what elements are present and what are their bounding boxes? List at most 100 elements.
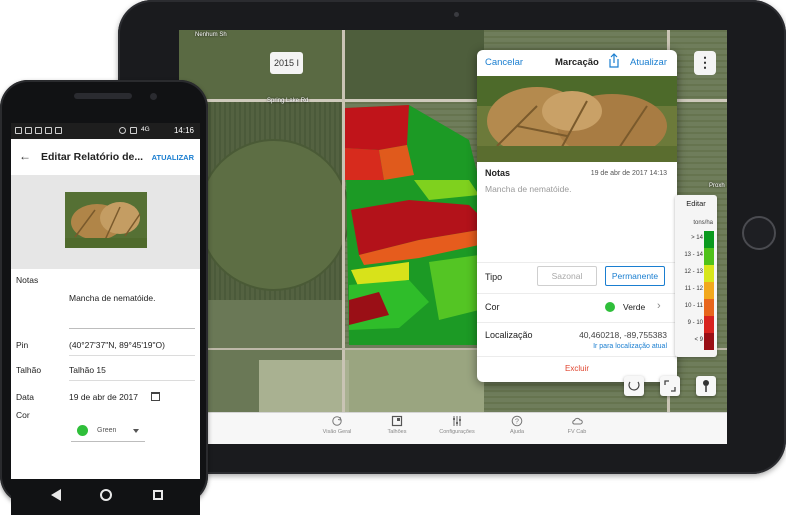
legend-row: < 9 — [675, 333, 717, 350]
update-button[interactable]: ATUALIZAR — [152, 153, 194, 162]
marker-photo — [477, 76, 677, 162]
notification-icon — [25, 127, 32, 134]
dropdown-underline — [71, 441, 145, 442]
tab-talhoes[interactable]: Talhões — [367, 415, 427, 435]
status-time: 14:16 — [173, 126, 194, 135]
legend-swatch — [704, 299, 714, 316]
tab-ajuda[interactable]: ? Ajuda — [487, 415, 547, 435]
legend-swatch — [704, 265, 714, 282]
phone-speaker — [74, 93, 132, 99]
legend-swatch — [704, 248, 714, 265]
pin-label: Pin — [16, 340, 29, 350]
talhao-label: Talhão — [16, 365, 42, 375]
delete-button[interactable]: Excluir — [477, 364, 677, 373]
pin-value[interactable]: (40°27'37"N, 89°45'19"O) — [69, 340, 165, 350]
nav-recent-icon[interactable] — [153, 490, 163, 500]
yield-map-overlay — [345, 105, 479, 345]
color-dropdown[interactable]: Green — [97, 427, 116, 434]
alarm-icon — [119, 127, 126, 134]
notification-icon — [15, 127, 22, 134]
type-option-permanent[interactable]: Permanente — [605, 266, 665, 286]
lasso-icon — [628, 381, 640, 391]
go-to-current-location-link[interactable]: Ir para localização atual — [593, 343, 667, 350]
color-label: Cor — [485, 302, 500, 312]
divider — [477, 356, 677, 357]
legend-row-label: 11 - 12 — [684, 286, 703, 292]
map-square-icon — [391, 415, 403, 427]
notes-label: Notas — [16, 275, 39, 285]
legend-row: > 14 — [675, 231, 717, 248]
tab-label: Talhões — [387, 429, 407, 435]
legend-swatch — [704, 282, 714, 299]
cancel-button[interactable]: Cancelar — [485, 57, 523, 68]
popover-header: Cancelar Marcação Atualizar — [477, 50, 677, 77]
tab-fv-cab[interactable]: FV Cab — [547, 415, 607, 435]
calendar-icon[interactable] — [151, 392, 160, 401]
yield-legend: Editar tons/ha > 14 13 - 14 12 - 13 11 -… — [675, 195, 717, 357]
notification-icon — [35, 127, 42, 134]
notes-label: Notas — [485, 168, 511, 178]
add-pin-button[interactable] — [696, 376, 716, 396]
popover-title: Marcação — [555, 57, 599, 68]
chevron-down-icon[interactable] — [133, 429, 139, 433]
svg-text:?: ? — [515, 419, 519, 426]
talhao-value[interactable]: Talhão 15 — [69, 365, 106, 375]
type-label: Tipo — [485, 272, 503, 282]
legend-row: 11 - 12 — [675, 282, 717, 299]
legend-edit-button[interactable]: Editar — [675, 199, 717, 208]
marker-popover: Cancelar Marcação Atualizar Notas 19 de … — [477, 50, 677, 382]
share-icon[interactable] — [607, 53, 621, 69]
vibrate-icon — [130, 127, 137, 134]
notification-icon — [45, 127, 52, 134]
back-arrow-icon[interactable]: ← — [19, 149, 31, 163]
location-button[interactable] — [624, 376, 644, 396]
legend-swatch — [704, 333, 714, 350]
expand-icon — [664, 380, 676, 392]
notes-text[interactable]: Mancha de nematóide. — [485, 184, 571, 194]
tab-visao-geral[interactable]: Visão Geral — [307, 415, 367, 435]
notification-icon — [55, 127, 62, 134]
cloud-icon — [572, 417, 583, 425]
status-bar: 4G 14:16 — [11, 123, 200, 139]
help-icon: ? — [511, 415, 523, 427]
tab-configuracoes[interactable]: Configurações — [427, 415, 487, 435]
notes-date: 19 de abr de 2017 14:13 — [590, 170, 667, 177]
color-swatch — [605, 302, 615, 312]
road-label: Nenhum Sh — [195, 32, 227, 38]
color-value[interactable]: Verde — [623, 302, 645, 312]
field-underline — [69, 380, 195, 381]
tablet-camera — [454, 12, 459, 17]
nav-home-icon[interactable] — [100, 489, 112, 501]
legend-row-label: 9 - 10 — [687, 320, 703, 326]
legend-row-label: 10 - 11 — [684, 303, 703, 309]
color-swatch — [77, 425, 88, 436]
tab-label: FV Cab — [567, 429, 587, 435]
sliders-icon — [453, 416, 461, 426]
road-label: Proxh — [709, 183, 725, 189]
phone-screen: 4G 14:16 ← Editar Relatório de... ATUALI… — [11, 123, 200, 515]
legend-row: 12 - 13 — [675, 265, 717, 282]
date-value[interactable]: 19 de abr de 2017 — [69, 392, 138, 402]
update-button[interactable]: Atualizar — [630, 57, 667, 68]
legend-row-label: 12 - 13 — [684, 269, 703, 275]
tablet-home-button[interactable] — [742, 216, 776, 250]
nav-back-icon[interactable] — [51, 489, 61, 501]
report-photo[interactable] — [65, 192, 147, 248]
divider — [477, 322, 677, 323]
color-label: Cor — [16, 410, 30, 420]
legend-row: 10 - 11 — [675, 299, 717, 316]
legend-row: 9 - 10 — [675, 316, 717, 333]
legend-swatch — [704, 316, 714, 333]
type-option-seasonal[interactable]: Sazonal — [537, 266, 597, 286]
tab-label: Configurações — [439, 429, 475, 435]
refresh-icon — [332, 416, 342, 426]
bottom-tab-bar: Visão Geral Talhões Configurações ? Ajud… — [179, 412, 727, 444]
fullscreen-button[interactable] — [660, 376, 680, 396]
tab-label: Visão Geral — [322, 429, 352, 435]
network-indicator: 4G — [141, 126, 150, 133]
notes-field[interactable]: Mancha de nematóide. — [69, 293, 155, 303]
chevron-right-icon[interactable]: › — [657, 300, 661, 312]
more-options-button[interactable]: ⋮ — [694, 51, 716, 75]
notes-underline — [69, 328, 195, 329]
season-chip[interactable]: 2015 I — [270, 52, 304, 74]
